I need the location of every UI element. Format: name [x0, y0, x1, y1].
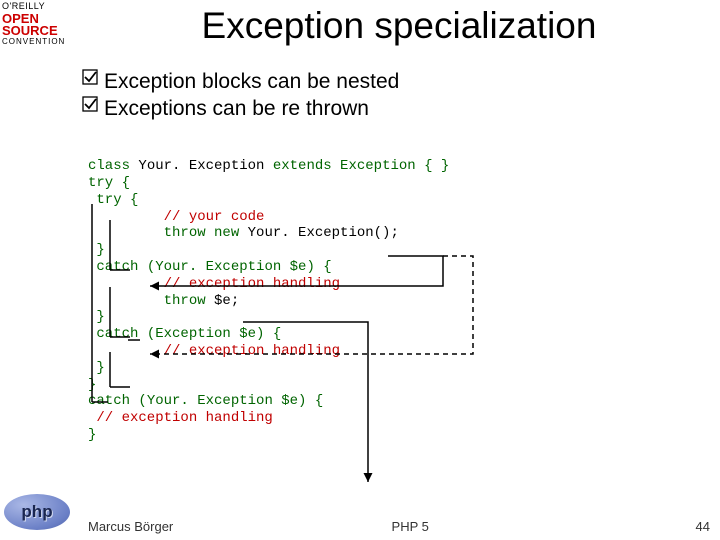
slide-title: Exception specialization: [78, 5, 720, 47]
footer-author: Marcus Börger: [88, 519, 173, 534]
code-kw: throw: [88, 293, 206, 309]
code-comment: // exception handling: [88, 343, 340, 359]
code-brace: }: [88, 309, 105, 325]
code-text: (Exception $e) {: [138, 326, 281, 342]
code-text: Your. Exception();: [239, 225, 399, 241]
code-kw: catch: [88, 393, 130, 409]
code-text: (Your. Exception $e) {: [130, 393, 323, 409]
code-kw: class: [88, 158, 130, 174]
code-kw: extends: [273, 158, 332, 174]
code-brace: }: [88, 360, 105, 376]
code-text: (Your. Exception $e) {: [138, 259, 331, 275]
php-logo-text: php: [21, 502, 52, 522]
main-content: Exception specialization Exception block…: [78, 0, 720, 540]
code-kw: catch: [88, 259, 138, 275]
code-kw: catch: [88, 326, 138, 342]
code-kw: try {: [88, 192, 138, 208]
code-comment: // your code: [88, 209, 264, 225]
bullet-item: Exception blocks can be nested: [82, 69, 720, 94]
code-kw: throw new: [88, 225, 239, 241]
code-block: class Your. Exception extends Exception …: [88, 141, 720, 460]
oreilly-top: O'REILLY: [2, 2, 74, 11]
bullets: Exception blocks can be nested Exception…: [82, 69, 720, 121]
code-brace: }: [88, 377, 96, 393]
code-comment: // exception handling: [88, 410, 273, 426]
code-text: Your. Exception: [130, 158, 273, 174]
footer-page-number: 44: [696, 519, 710, 534]
bullet-text: Exception blocks can be nested: [104, 69, 399, 94]
footer: Marcus Börger PHP 5 44: [88, 519, 710, 534]
code-text: $e;: [206, 293, 240, 309]
php-logo: php: [4, 494, 70, 530]
code-comment: // exception handling: [88, 276, 340, 292]
check-icon: [82, 69, 104, 90]
bullet-text: Exceptions can be re thrown: [104, 96, 369, 121]
oreilly-logo: O'REILLY OPEN SOURCE CONVENTION: [2, 2, 74, 46]
footer-center: PHP 5: [392, 519, 429, 534]
check-icon: [82, 96, 104, 117]
sidebar: O'REILLY OPEN SOURCE CONVENTION php: [0, 0, 78, 540]
code-text: Exception { }: [332, 158, 450, 174]
oreilly-convention: CONVENTION: [2, 38, 74, 46]
code-kw: try {: [88, 175, 130, 191]
bullet-item: Exceptions can be re thrown: [82, 96, 720, 121]
code-brace: }: [88, 427, 96, 443]
code-brace: }: [88, 242, 105, 258]
oreilly-source: SOURCE: [2, 24, 74, 37]
